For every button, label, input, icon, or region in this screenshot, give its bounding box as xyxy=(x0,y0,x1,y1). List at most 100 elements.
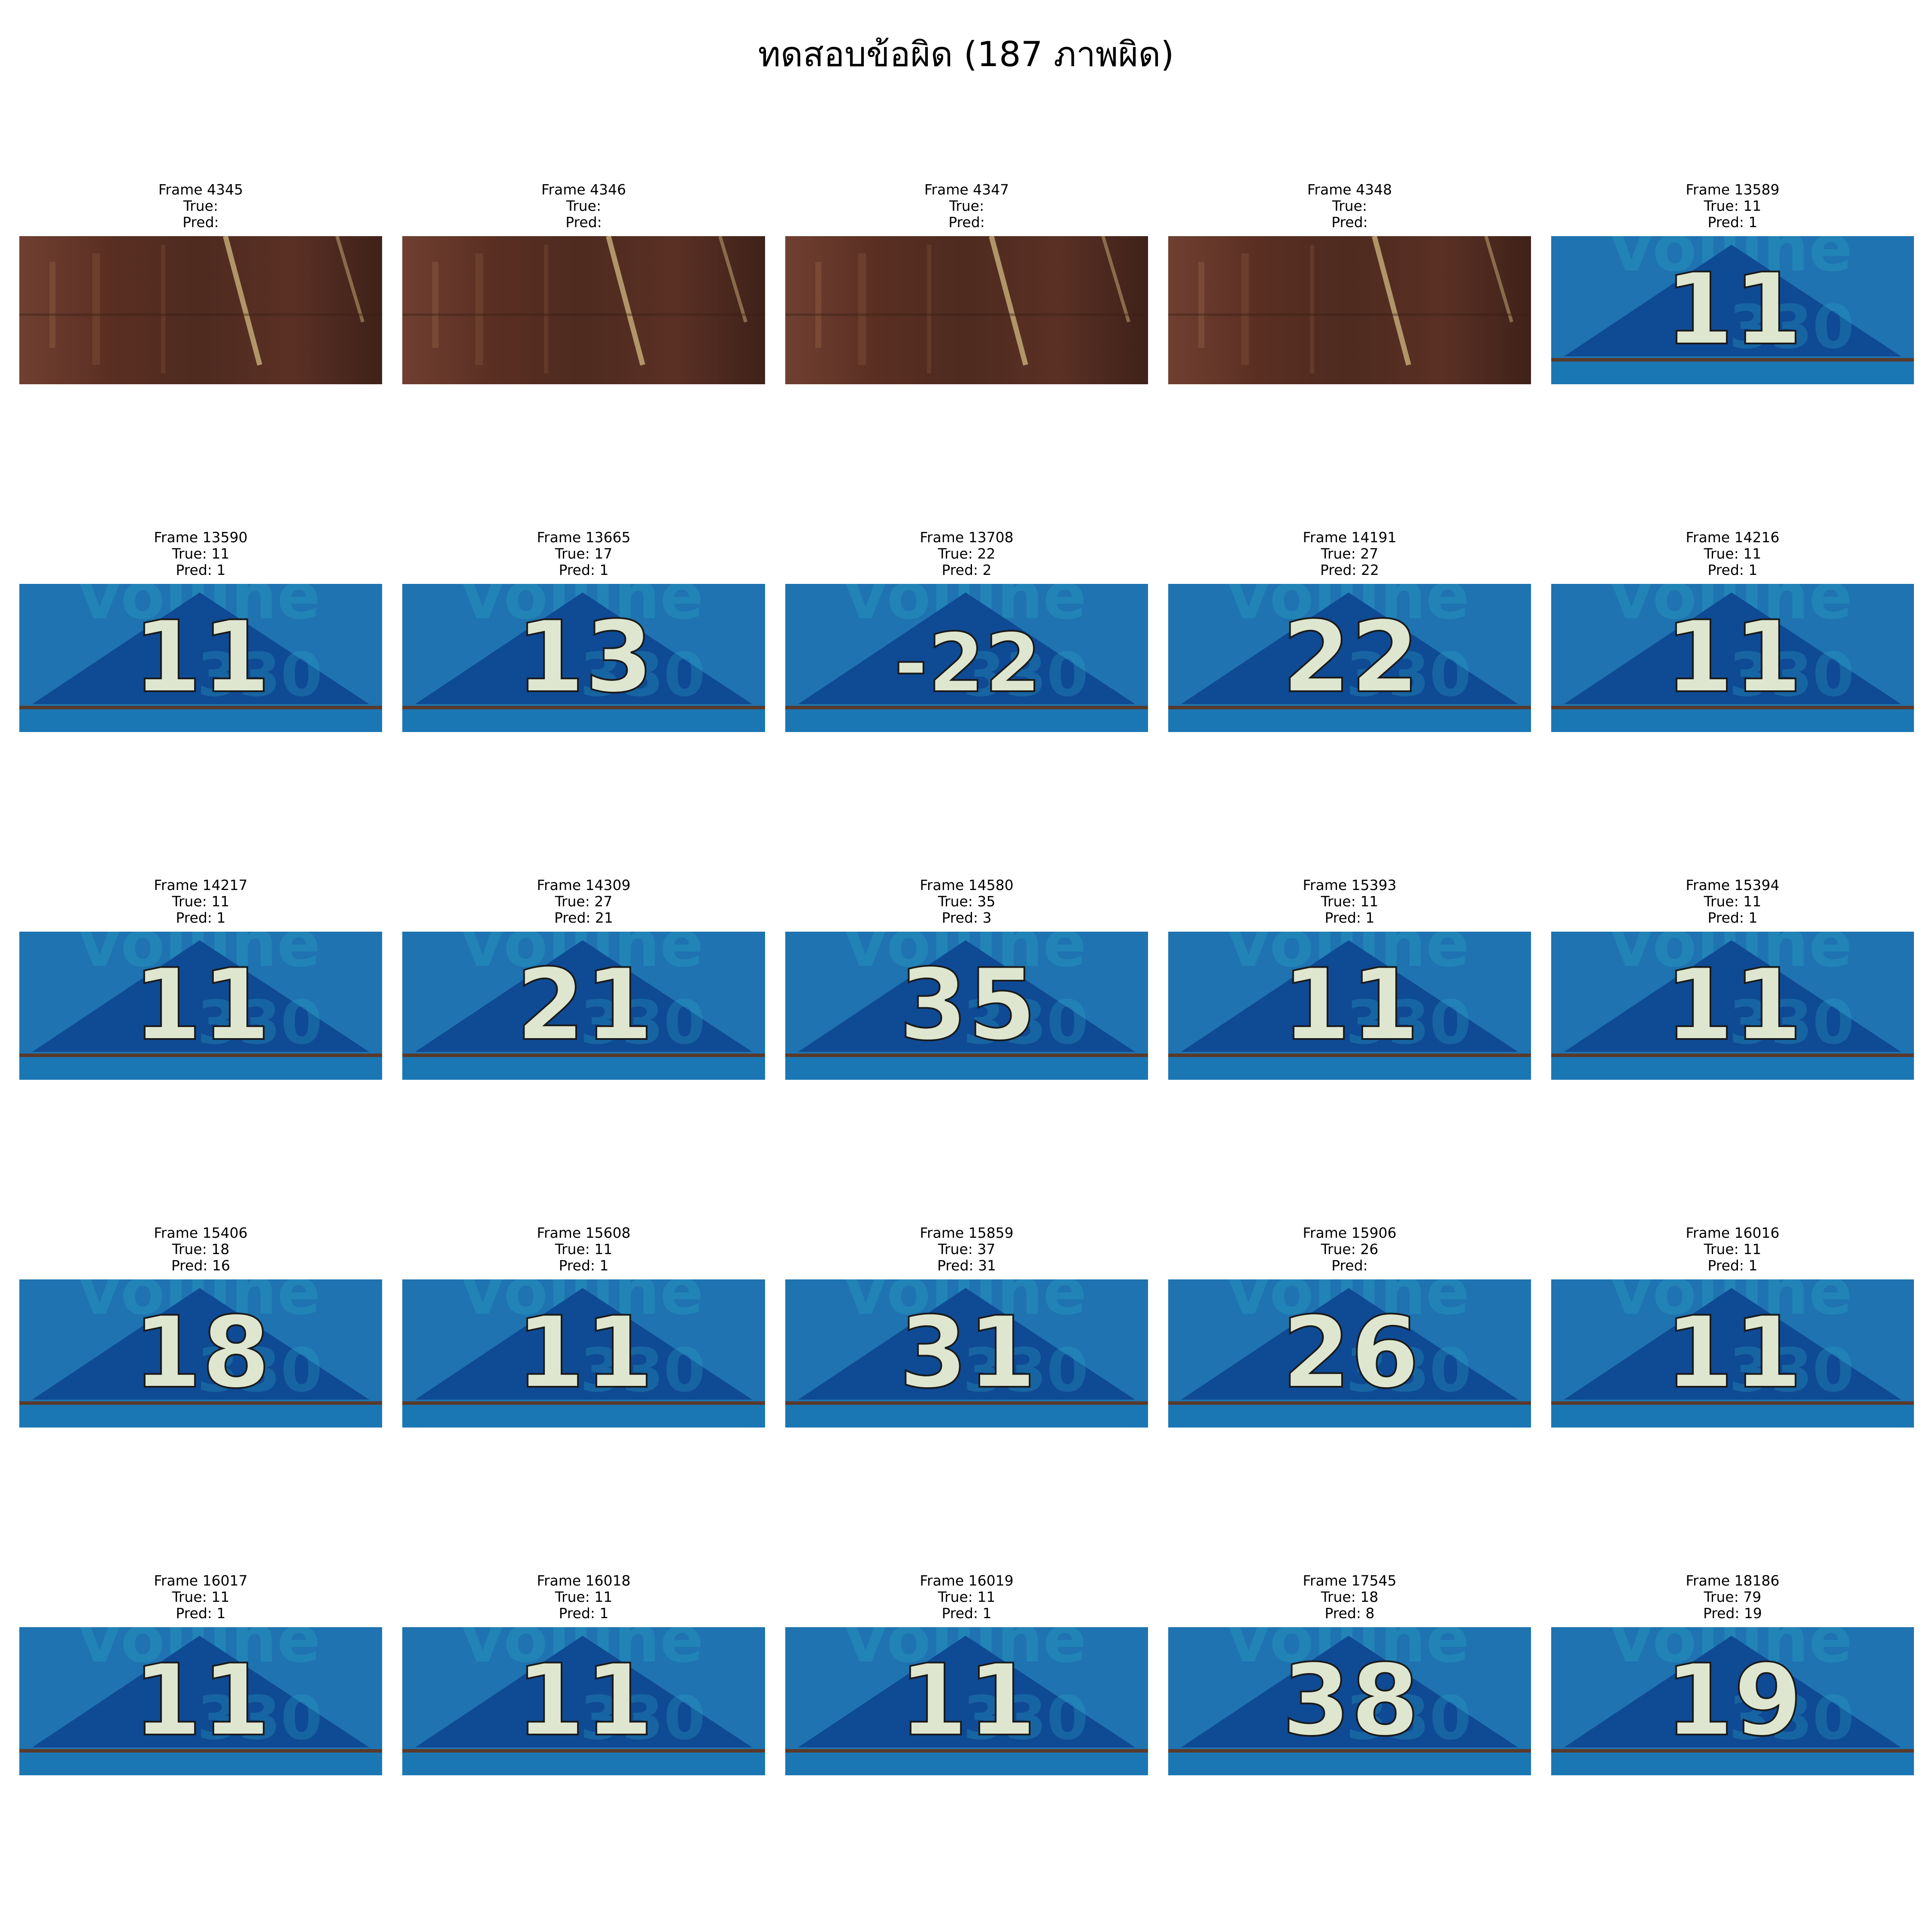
sign-crop-image: volline33019 xyxy=(1551,1627,1914,1775)
true-label: True: 11 xyxy=(1704,545,1762,562)
sample-tile: Frame 4347 True: Pred: xyxy=(785,182,1148,439)
frame-label: Frame 14580 xyxy=(920,877,1014,893)
sign-crop-image: volline330-22 xyxy=(785,584,1148,732)
sample-tile: Frame 15906True: 26Pred: volline33026 xyxy=(1168,1225,1531,1482)
true-label: True: xyxy=(566,197,601,214)
frame-label: Frame 14217 xyxy=(154,877,248,893)
sign-crop-image: volline33021 xyxy=(402,932,765,1080)
sign-digits: 11 xyxy=(1665,948,1802,1063)
pred-label: Pred: 22 xyxy=(1320,562,1379,578)
sign-crop-image: volline33031 xyxy=(785,1279,1148,1428)
pred-label: Pred: xyxy=(1331,214,1368,231)
sample-tile: Frame 15394True: 11Pred: 1 volline33011 xyxy=(1551,877,1914,1135)
pred-label: Pred: 2 xyxy=(942,562,992,578)
frame-label: Frame 15608 xyxy=(537,1224,631,1241)
true-label: True: 27 xyxy=(1321,545,1379,562)
true-label: True: 11 xyxy=(1704,1241,1762,1258)
sign-digits: 11 xyxy=(133,600,270,715)
sample-tile: Frame 14191True: 27Pred: 22 volline33022 xyxy=(1168,529,1531,787)
frame-label: Frame 16018 xyxy=(537,1572,631,1589)
sample-tile: Frame 16017True: 11Pred: 1 volline33011 xyxy=(19,1573,382,1830)
pred-label: Pred: 1 xyxy=(1707,214,1758,231)
sign-digits: 11 xyxy=(1665,600,1802,715)
sign-crop-image: volline33011 xyxy=(1551,236,1914,384)
sign-digits: 21 xyxy=(516,948,653,1063)
pred-label: Pred: 1 xyxy=(559,1257,609,1274)
sign-crop-image: volline33011 xyxy=(19,584,382,732)
sign-crop-image: volline33018 xyxy=(19,1279,382,1428)
pred-label: Pred: xyxy=(1331,1257,1368,1274)
sign-crop-image: volline33011 xyxy=(1551,932,1914,1080)
wood-crop-image xyxy=(785,236,1148,384)
pred-label: Pred: xyxy=(182,214,219,231)
sign-digits: 11 xyxy=(516,1643,653,1758)
frame-label: Frame 14309 xyxy=(537,877,631,893)
sign-digits: 18 xyxy=(133,1296,270,1410)
pred-label: Pred: 31 xyxy=(937,1257,996,1274)
sample-tile: Frame 4345 True: Pred: xyxy=(19,182,382,439)
page-title: ทดสอบข้อผิด (187 ภาพผิด) xyxy=(758,34,1174,74)
true-label: True: 11 xyxy=(555,1241,613,1258)
pred-label: Pred: 19 xyxy=(1703,1605,1762,1622)
sign-crop-image: volline33011 xyxy=(402,1627,765,1775)
sign-digits: 11 xyxy=(899,1643,1036,1758)
sample-tile: Frame 13590True: 11Pred: 1 volline33011 xyxy=(19,529,382,787)
frame-label: Frame 18186 xyxy=(1686,1572,1780,1589)
frame-label: Frame 16016 xyxy=(1686,1224,1780,1241)
frame-label: Frame 16019 xyxy=(920,1572,1014,1589)
sign-digits: 22 xyxy=(1282,600,1419,715)
pred-label: Pred: 1 xyxy=(176,909,226,926)
true-label: True: 11 xyxy=(1704,893,1762,910)
wood-crop-image xyxy=(402,236,765,384)
sign-crop-image: volline33013 xyxy=(402,584,765,732)
sign-digits: 11 xyxy=(1665,1296,1802,1410)
sample-tile: Frame 16018True: 11Pred: 1 volline33011 xyxy=(402,1573,765,1830)
pred-label: Pred: 1 xyxy=(559,562,609,578)
true-label: True: 11 xyxy=(938,1589,996,1605)
frame-label: Frame 15406 xyxy=(154,1224,248,1241)
sample-tile: Frame 13589True: 11Pred: 1 volline33011 xyxy=(1551,182,1914,439)
true-label: True: 11 xyxy=(555,1589,613,1605)
frame-label: Frame 4348 xyxy=(1307,181,1392,198)
frame-label: Frame 14191 xyxy=(1303,529,1397,546)
sample-tile: Frame 18186True: 79Pred: 19 volline33019 xyxy=(1551,1573,1914,1830)
frame-label: Frame 15906 xyxy=(1303,1224,1397,1241)
sign-digits: 13 xyxy=(516,600,653,715)
pred-label: Pred: 1 xyxy=(942,1605,992,1622)
sign-digits: 11 xyxy=(1282,948,1419,1063)
frame-label: Frame 13590 xyxy=(154,529,248,546)
frame-label: Frame 16017 xyxy=(154,1572,248,1589)
pred-label: Pred: 1 xyxy=(559,1605,609,1622)
sign-crop-image: volline33011 xyxy=(19,932,382,1080)
sign-crop-image: volline33011 xyxy=(1168,932,1531,1080)
sign-digits: 35 xyxy=(899,948,1036,1063)
pred-label: Pred: 1 xyxy=(1707,562,1758,578)
sign-digits: 11 xyxy=(133,1643,270,1758)
pred-label: Pred: 1 xyxy=(176,562,226,578)
sign-crop-image: volline33022 xyxy=(1168,584,1531,732)
sample-tile: Frame 4348 True: Pred: xyxy=(1168,182,1531,439)
sign-digits: 38 xyxy=(1282,1643,1419,1758)
pred-label: Pred: xyxy=(948,214,985,231)
sample-tile: Frame 16016True: 11Pred: 1 volline33011 xyxy=(1551,1225,1914,1482)
frame-label: Frame 13708 xyxy=(920,529,1014,546)
sample-tile: Frame 17545True: 18Pred: 8 volline33038 xyxy=(1168,1573,1531,1830)
sample-tile: Frame 13665True: 17Pred: 1 volline33013 xyxy=(402,529,765,787)
sign-crop-image: volline33011 xyxy=(19,1627,382,1775)
sample-tile: Frame 14309True: 27Pred: 21 volline33021 xyxy=(402,877,765,1135)
pred-label: Pred: 8 xyxy=(1324,1605,1375,1622)
sign-digits: 31 xyxy=(899,1296,1036,1410)
sign-crop-image: volline33011 xyxy=(1551,584,1914,732)
true-label: True: 18 xyxy=(1321,1589,1379,1605)
frame-label: Frame 4347 xyxy=(924,181,1009,198)
true-label: True: 79 xyxy=(1704,1589,1762,1605)
sample-tile: Frame 13708True: 22Pred: 2 volline330-22 xyxy=(785,529,1148,787)
pred-label: Pred: 1 xyxy=(1324,909,1375,926)
wood-crop-image xyxy=(1168,236,1531,384)
true-label: True: 35 xyxy=(938,893,996,910)
frame-label: Frame 15394 xyxy=(1686,877,1780,893)
pred-label: Pred: 1 xyxy=(1707,909,1758,926)
true-label: True: 11 xyxy=(172,545,230,562)
pred-label: Pred: 16 xyxy=(171,1257,230,1274)
sign-digits: 19 xyxy=(1665,1643,1802,1758)
